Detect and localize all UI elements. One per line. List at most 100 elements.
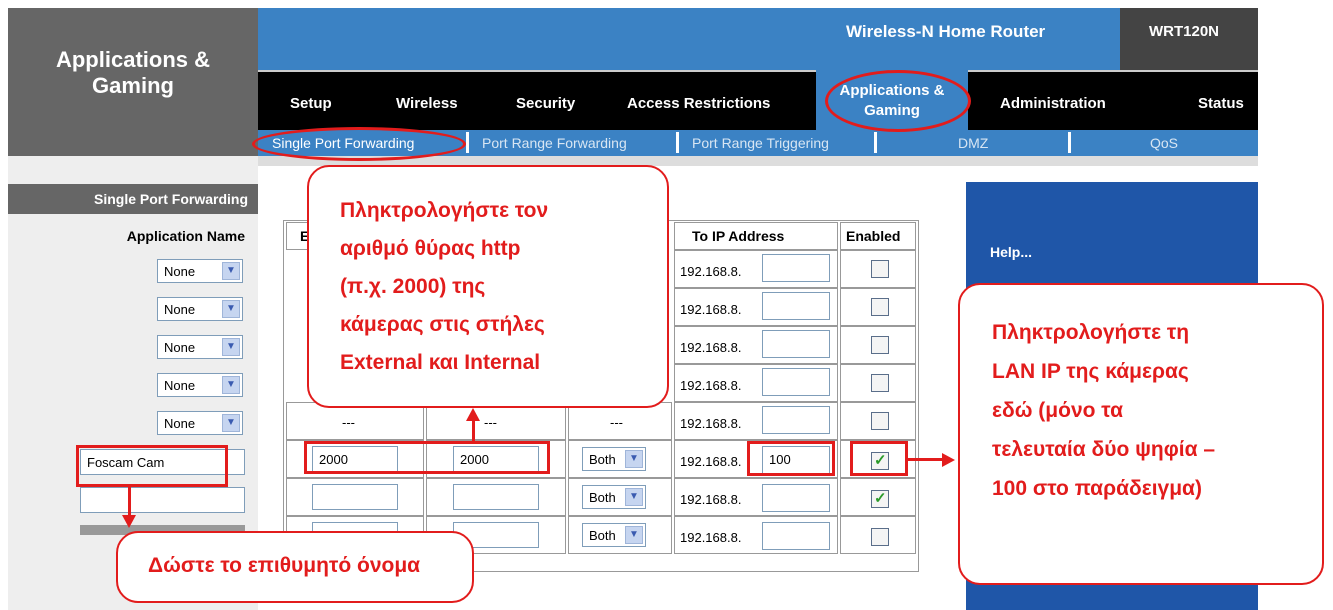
tab-status[interactable]: Status: [1198, 95, 1244, 112]
ip-prefix: 192.168.8.: [680, 302, 742, 317]
ip-last-octet-input[interactable]: [762, 368, 830, 396]
chevron-down-icon: ▼: [625, 450, 643, 468]
ip-last-octet-input[interactable]: [762, 522, 830, 550]
callout-line: External και Internal: [340, 351, 541, 374]
ip-last-octet-input[interactable]: [762, 330, 830, 358]
product-name: Wireless-N Home Router: [846, 22, 1046, 41]
application-select[interactable]: None ▼: [157, 259, 243, 283]
ip-prefix: 192.168.8.: [680, 416, 742, 431]
chevron-down-icon: ▼: [625, 488, 643, 506]
callout-line: Πληκτρολογήστε τον: [340, 199, 549, 222]
protocol-select[interactable]: Both ▼: [582, 485, 646, 509]
name-instructions-text: Δώστε το επιθυμητό όνομα: [148, 554, 421, 577]
external-port-empty: ---: [342, 415, 355, 430]
highlight-ellipse-subtab: [252, 127, 466, 161]
page-title: Applications & Gaming: [8, 47, 258, 99]
application-select[interactable]: None ▼: [157, 335, 243, 359]
protocol-select[interactable]: Both ▼: [582, 523, 646, 547]
select-value: None: [164, 340, 196, 355]
enabled-checkbox[interactable]: [871, 260, 889, 278]
select-value: None: [164, 264, 196, 279]
subtab-qos[interactable]: QoS: [1150, 135, 1178, 151]
chevron-down-icon: ▼: [625, 526, 643, 544]
tab-administration[interactable]: Administration: [1000, 95, 1106, 112]
chevron-down-icon: ▼: [222, 414, 240, 432]
enabled-checkbox[interactable]: [871, 336, 889, 354]
arrow-up-icon: [466, 408, 480, 421]
enabled-checkbox[interactable]: ✓: [871, 490, 889, 508]
callout-line: εδώ (μόνο τα: [992, 399, 1123, 422]
product-bar: [258, 8, 1258, 70]
chevron-down-icon: ▼: [222, 300, 240, 318]
protocol-empty: ---: [610, 415, 623, 430]
application-select[interactable]: None ▼: [157, 297, 243, 321]
application-name-label: Application Name: [126, 228, 245, 244]
subtab-dmz[interactable]: DMZ: [958, 135, 988, 151]
model-name: WRT120N: [1149, 23, 1220, 40]
select-value: None: [164, 378, 196, 393]
internal-port-input[interactable]: [453, 484, 539, 510]
tab-access-restrictions[interactable]: Access Restrictions: [627, 95, 770, 112]
ip-prefix: 192.168.8.: [680, 378, 742, 393]
ip-prefix: 192.168.8.: [680, 492, 742, 507]
tab-security[interactable]: Security: [516, 95, 575, 112]
arrow-right-icon: [942, 453, 955, 467]
callout-line: κάμερας στις στήλες: [340, 313, 545, 336]
callout-line: Πληκτρολογήστε τη: [992, 321, 1190, 344]
help-link[interactable]: Help...: [990, 244, 1032, 260]
enabled-checkbox[interactable]: [871, 412, 889, 430]
select-value: None: [164, 302, 196, 317]
port-instructions-text: Πληκτρολογήστε τον αριθμό θύρας http (π.…: [340, 192, 548, 382]
tab-setup[interactable]: Setup: [290, 95, 332, 112]
ip-prefix: 192.168.8.: [680, 264, 742, 279]
enabled-checkbox[interactable]: [871, 528, 889, 546]
enabled-checkbox[interactable]: [871, 298, 889, 316]
ip-prefix: 192.168.8.: [680, 454, 742, 469]
callout-line: LAN IP της κάμερας: [992, 360, 1189, 383]
arrow-down-icon: [122, 515, 136, 528]
chevron-down-icon: ▼: [222, 338, 240, 356]
protocol-value: Both: [589, 528, 616, 543]
page-title-line1: Applications &: [55, 47, 210, 72]
subnav-separator: [466, 132, 469, 153]
subtab-port-range-triggering[interactable]: Port Range Triggering: [692, 135, 829, 151]
subnav-separator: [1068, 132, 1071, 153]
col-header-enabled: Enabled: [846, 228, 901, 244]
ip-last-octet-input[interactable]: [762, 254, 830, 282]
arrow-line: [908, 458, 944, 461]
application-name-input[interactable]: [80, 487, 245, 513]
arrow-line: [472, 420, 475, 442]
subnav-separator: [676, 132, 679, 153]
highlight-ellipse-tab: [825, 70, 971, 132]
highlight-box-enabled: [850, 441, 908, 476]
ip-prefix: 192.168.8.: [680, 340, 742, 355]
callout-line: 100 στο παράδειγμα): [992, 477, 1202, 500]
section-title: Single Port Forwarding: [93, 191, 248, 207]
highlight-box-ports: [304, 441, 550, 474]
protocol-value: Both: [589, 452, 616, 467]
application-select[interactable]: None ▼: [157, 373, 243, 397]
chevron-down-icon: ▼: [222, 262, 240, 280]
tab-wireless[interactable]: Wireless: [396, 95, 458, 112]
highlight-box-name: [76, 445, 228, 487]
subtab-port-range-forwarding[interactable]: Port Range Forwarding: [482, 135, 627, 151]
chevron-down-icon: ▼: [222, 376, 240, 394]
ip-last-octet-input[interactable]: [762, 292, 830, 320]
internal-port-empty: ---: [484, 415, 497, 430]
col-header-to-ip: To IP Address: [692, 228, 785, 244]
ip-prefix: 192.168.8.: [680, 530, 742, 545]
protocol-select[interactable]: Both ▼: [582, 447, 646, 471]
subnav-separator: [874, 132, 877, 153]
callout-line: τελευταία δύο ψηφία –: [992, 438, 1216, 461]
ip-instructions-text: Πληκτρολογήστε τη LAN IP της κάμερας εδώ…: [992, 313, 1215, 508]
application-select[interactable]: None ▼: [157, 411, 243, 435]
ip-last-octet-input[interactable]: [762, 484, 830, 512]
callout-line: (π.χ. 2000) της: [340, 275, 486, 298]
highlight-box-ip: [747, 441, 835, 476]
external-port-input[interactable]: [312, 484, 398, 510]
ip-last-octet-input[interactable]: [762, 406, 830, 434]
enabled-checkbox[interactable]: [871, 374, 889, 392]
protocol-value: Both: [589, 490, 616, 505]
checkmark-icon: ✓: [874, 490, 887, 507]
page-title-line2: Gaming: [92, 73, 174, 98]
